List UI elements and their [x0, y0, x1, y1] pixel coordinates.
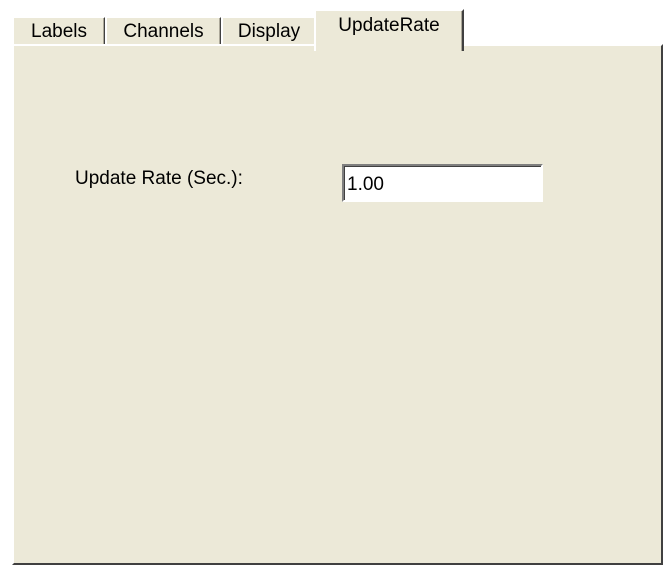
- tab-strip: Labels Channels Display UpdateRate: [12, 6, 665, 51]
- tab-updaterate[interactable]: UpdateRate: [314, 9, 464, 51]
- tab-labels[interactable]: Labels: [12, 16, 106, 47]
- tab-page-updaterate: Update Rate (Sec.):: [12, 44, 663, 565]
- tab-updaterate-label: UpdateRate: [338, 15, 440, 36]
- tab-channels[interactable]: Channels: [105, 16, 222, 47]
- tab-display-label: Display: [237, 21, 301, 42]
- tab-display[interactable]: Display: [221, 16, 317, 47]
- update-rate-input[interactable]: [342, 164, 543, 202]
- tab-control: Labels Channels Display UpdateRate Updat…: [0, 0, 665, 567]
- tab-channels-label: Channels: [123, 21, 204, 42]
- update-rate-label: Update Rate (Sec.):: [75, 168, 243, 189]
- tab-labels-label: Labels: [31, 21, 87, 42]
